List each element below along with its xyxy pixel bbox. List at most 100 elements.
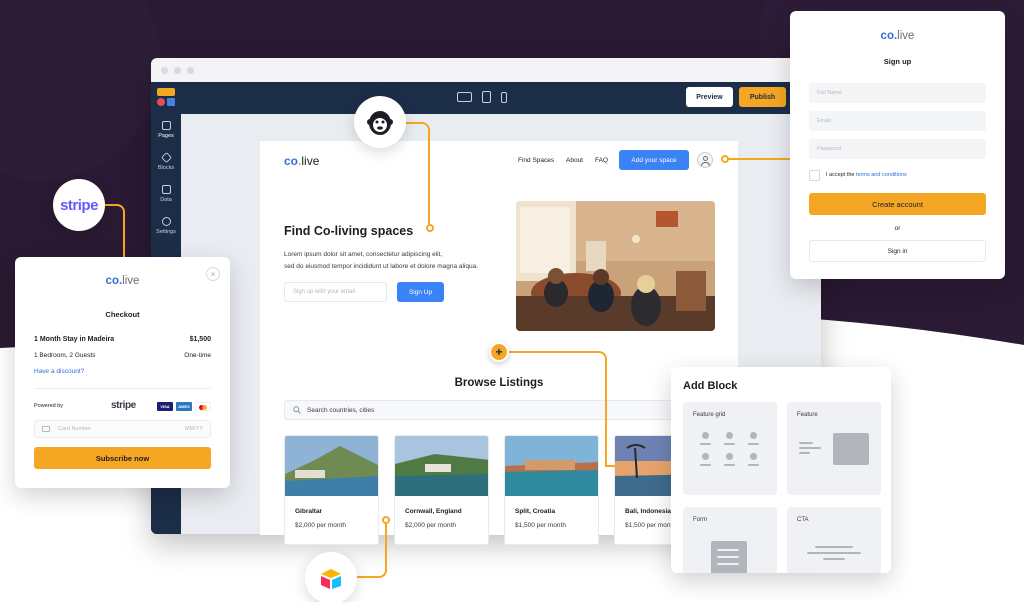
window-titlebar xyxy=(151,58,821,82)
signup-card: co.live Sign up Full Name Email Password… xyxy=(790,11,1005,279)
listing-price: $2,000 per month xyxy=(295,522,346,529)
nav-find-spaces[interactable]: Find Spaces xyxy=(518,157,554,164)
checkout-detail-row: 1 Bedroom, 2 Guests One-time xyxy=(34,352,211,359)
pages-icon xyxy=(161,121,171,130)
site-preview: co.live Find Spaces About FAQ Add your s… xyxy=(260,141,738,545)
subscribe-button[interactable]: Subscribe now xyxy=(34,447,211,469)
mobile-icon[interactable] xyxy=(501,91,507,103)
hero-text-line-2: sed do eiusmod tempor incididunt ut labo… xyxy=(284,263,479,270)
connector-line xyxy=(509,351,607,465)
search-icon xyxy=(293,406,301,414)
visa-icon: VISA xyxy=(157,402,173,411)
item-price: $1,500 xyxy=(189,336,211,343)
signup-logo: co.live xyxy=(880,30,915,42)
terms-label: I accept the terms and conditions xyxy=(826,172,907,178)
listing-card[interactable]: Cornwall, England $2,000 per month xyxy=(394,435,489,545)
add-block-title: Add Block xyxy=(683,380,738,392)
connector-node xyxy=(721,155,729,163)
sign-in-button[interactable]: Sign in xyxy=(809,240,986,262)
window-dot[interactable] xyxy=(187,66,194,74)
add-block-plus-button[interactable]: + xyxy=(489,342,509,362)
item-detail: 1 Bedroom, 2 Guests xyxy=(34,352,96,359)
listing-name: Cornwall, England xyxy=(405,508,462,515)
block-tile-feature-grid[interactable]: Feature grid xyxy=(683,402,777,495)
listing-price: $1,500 per month xyxy=(625,522,676,529)
sidebar-item-label: Pages xyxy=(158,133,174,139)
builder-toolbar: Preview Publish xyxy=(151,82,821,114)
publish-button[interactable]: Publish xyxy=(739,87,786,107)
listings-search-input[interactable]: Search countries, cities xyxy=(284,400,704,420)
mastercard-icon xyxy=(195,402,211,411)
or-separator: or xyxy=(894,225,901,232)
tile-label: Feature grid xyxy=(693,412,726,418)
device-switcher xyxy=(457,91,507,103)
full-name-field[interactable]: Full Name xyxy=(809,83,986,103)
search-placeholder: Search countries, cities xyxy=(307,406,375,414)
block-tile-form[interactable]: Form xyxy=(683,507,777,573)
password-field[interactable]: Password xyxy=(809,139,986,159)
blocks-icon xyxy=(160,152,172,163)
nav-about[interactable]: About xyxy=(566,157,583,164)
site-logo[interactable]: co.live xyxy=(284,154,319,168)
connector-node xyxy=(382,516,390,524)
stripe-logo-icon: stripe xyxy=(53,179,105,231)
hero-photo xyxy=(516,201,715,331)
checkout-item-row: 1 Month Stay in Madeira $1,500 xyxy=(34,336,211,343)
sidebar-item-label: Data xyxy=(160,197,172,203)
data-icon xyxy=(161,185,171,194)
listing-price: $2,000 per month xyxy=(405,522,456,529)
sidebar-item-pages[interactable]: Pages xyxy=(151,114,181,146)
item-term: One-time xyxy=(184,352,211,359)
checkout-logo: co.live xyxy=(105,275,140,287)
browse-listings-title: Browse Listings xyxy=(454,377,544,389)
sidebar-item-blocks[interactable]: Blocks xyxy=(151,146,181,178)
email-signup-input[interactable]: Sign up with your email xyxy=(284,282,387,302)
card-number-input[interactable]: Card Number MM/YY xyxy=(34,420,211,438)
tablet-icon[interactable] xyxy=(482,91,491,103)
close-icon[interactable]: × xyxy=(206,267,220,281)
tile-label: CTA xyxy=(797,517,809,523)
preview-button[interactable]: Preview xyxy=(686,87,733,107)
terms-link[interactable]: terms and conditions xyxy=(856,172,907,178)
nav-faq[interactable]: FAQ xyxy=(595,157,608,164)
sidebar-item-settings[interactable]: Settings xyxy=(151,210,181,242)
window-dot[interactable] xyxy=(161,66,168,74)
amex-icon: AMEX xyxy=(176,402,192,411)
mailchimp-logo-icon xyxy=(354,96,406,148)
listing-name: Bali, Indonesia xyxy=(625,508,671,515)
block-tile-cta[interactable]: CTA xyxy=(787,507,881,573)
signup-button[interactable]: Sign Up xyxy=(397,282,444,302)
card-number-placeholder: Card Number xyxy=(58,426,92,432)
block-tile-feature[interactable]: Feature xyxy=(787,402,881,495)
listing-price: $1,500 per month xyxy=(515,522,566,529)
item-name: 1 Month Stay in Madeira xyxy=(34,336,115,343)
add-space-button[interactable]: Add your space xyxy=(619,150,689,170)
tile-label: Form xyxy=(693,517,707,523)
user-avatar-icon[interactable] xyxy=(697,152,713,168)
stripe-wordmark: stripe xyxy=(111,400,136,411)
connector-line xyxy=(728,158,790,160)
connector-line xyxy=(605,465,615,467)
sidebar-item-data[interactable]: Data xyxy=(151,178,181,210)
listing-name: Gibraltar xyxy=(295,508,323,515)
listing-photo xyxy=(285,436,378,496)
airtable-logo-icon xyxy=(305,552,357,602)
powered-by-label: Powered by xyxy=(34,403,64,409)
expiry-placeholder: MM/YY xyxy=(184,426,203,432)
divider xyxy=(34,388,211,389)
checkout-title: Checkout xyxy=(105,310,140,319)
discount-link[interactable]: Have a discount? xyxy=(34,368,84,375)
window-dot[interactable] xyxy=(174,66,181,74)
add-block-panel: Add Block Feature grid Feature Form CTA xyxy=(671,367,891,573)
desktop-icon[interactable] xyxy=(457,92,472,102)
terms-checkbox[interactable] xyxy=(809,170,820,181)
tile-label: Feature xyxy=(797,412,818,418)
sidebar-item-label: Settings xyxy=(156,229,176,235)
checkout-card: co.live × Checkout 1 Month Stay in Madei… xyxy=(15,257,230,488)
app-logo-icon[interactable] xyxy=(157,88,177,108)
email-field[interactable]: Email xyxy=(809,111,986,131)
credit-card-icon xyxy=(42,426,50,432)
sidebar-item-label: Blocks xyxy=(157,165,175,171)
hero-text-line-1: Lorem ipsum dolor sit amet, consectetur … xyxy=(284,251,443,258)
create-account-button[interactable]: Create account xyxy=(809,193,986,215)
